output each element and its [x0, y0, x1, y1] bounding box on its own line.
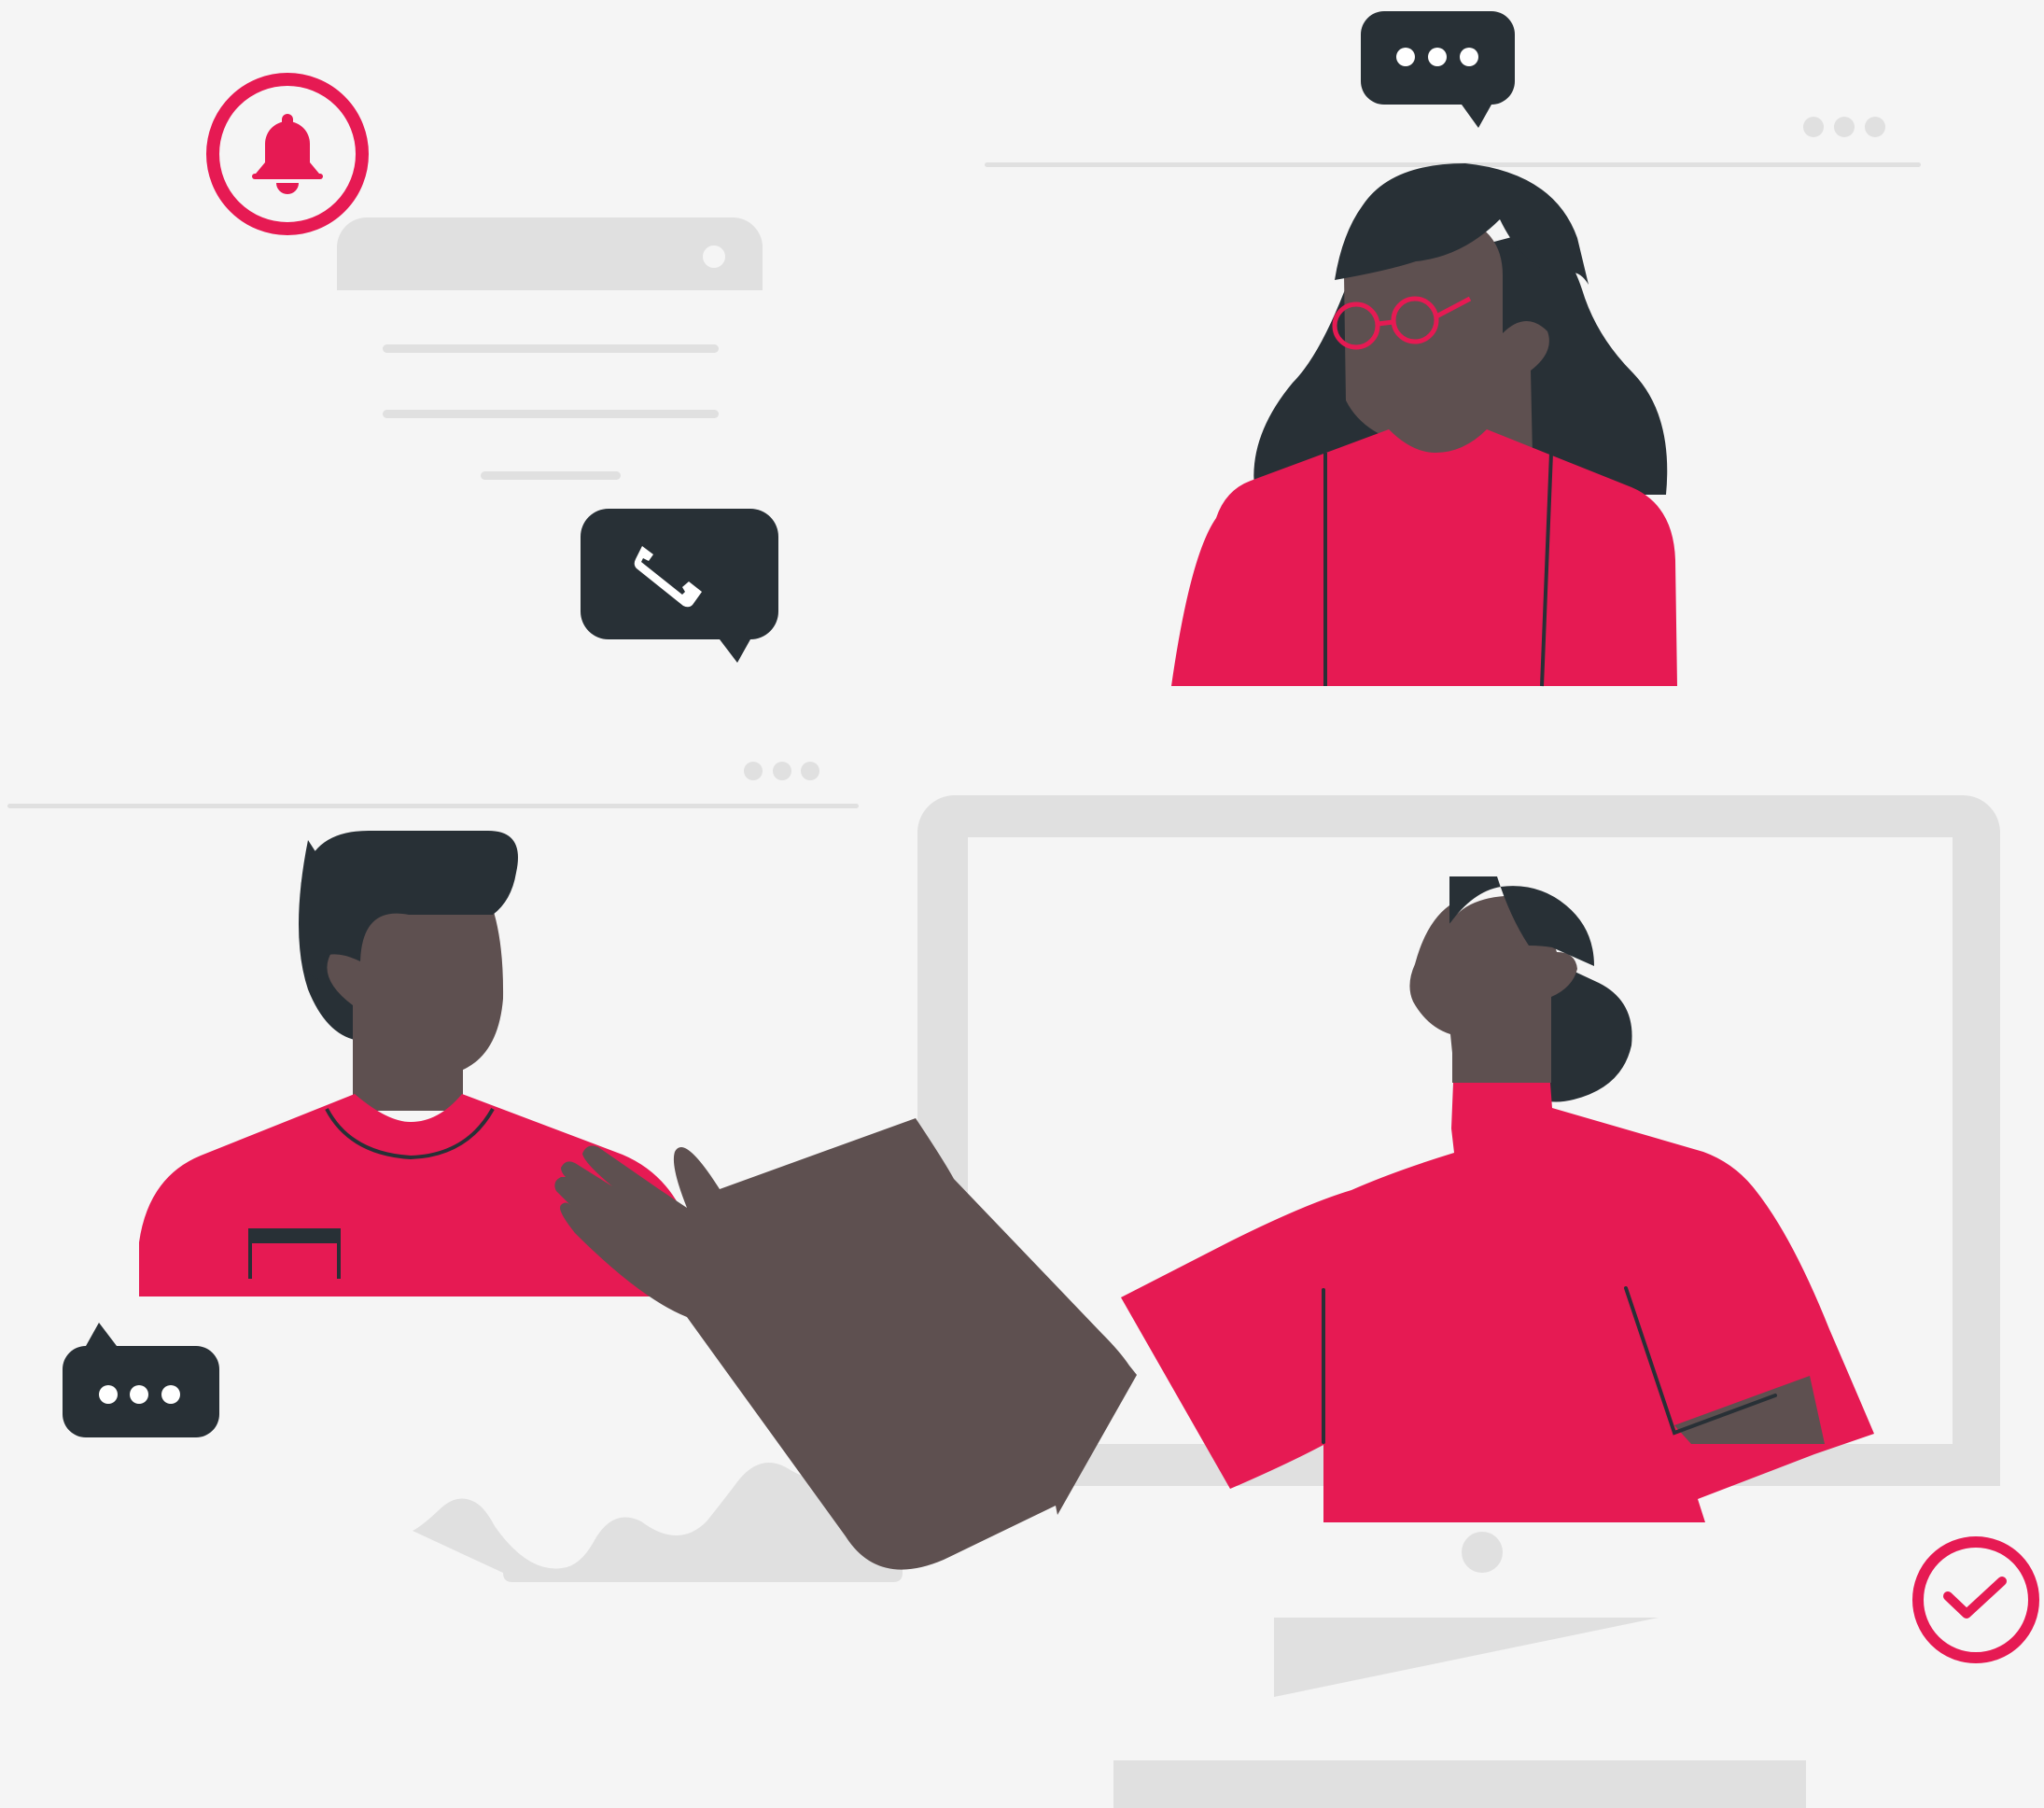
call-bubble: [581, 509, 778, 663]
document-window-button: [703, 245, 725, 268]
monitor-base: [1113, 1760, 1806, 1808]
left-window-chrome: [7, 762, 859, 808]
participant-woman-glasses: [1171, 163, 1677, 687]
top-window-chrome: [985, 117, 1921, 167]
bell-notification-badge: [206, 73, 369, 235]
dots-icon: [1396, 48, 1478, 66]
text-line: [481, 471, 621, 480]
check-badge: [1912, 1536, 2039, 1663]
dots-icon: [99, 1385, 180, 1404]
typing-bubble-top: [1361, 11, 1515, 128]
typing-bubble-left: [63, 1323, 219, 1437]
monitor-power-button: [1462, 1532, 1503, 1573]
video-call-illustration: [7, 11, 2039, 1808]
text-line: [383, 410, 719, 418]
document-window-header: [337, 217, 763, 290]
text-line: [383, 344, 719, 353]
monitor-stand: [1274, 1618, 1659, 1697]
document-window: [337, 217, 763, 480]
